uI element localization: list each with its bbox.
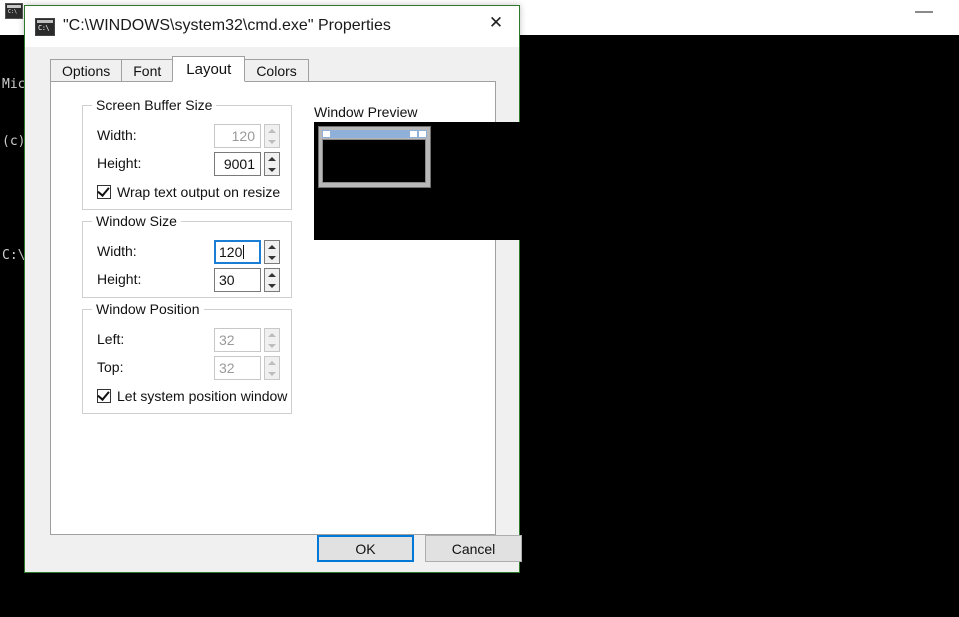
tab-layout[interactable]: Layout [172, 56, 246, 82]
checkbox-icon[interactable] [97, 184, 111, 199]
properties-dialog: C:\ "C:\WINDOWS\system32\cmd.exe" Proper… [24, 5, 533, 573]
checkbox-icon[interactable] [97, 388, 111, 403]
window-preview-label: Window Preview [314, 104, 418, 120]
tab-font[interactable]: Font [121, 59, 174, 81]
tab-options[interactable]: Options [50, 59, 123, 81]
window-left-input[interactable]: 32 [214, 328, 261, 352]
cmd-icon: C:\ [5, 3, 23, 19]
buffer-height-row: Height: 9001 [83, 152, 291, 176]
window-left-stepper[interactable]: 32 [214, 328, 280, 352]
window-top-row: Top: 32 [83, 356, 291, 380]
window-height-stepper[interactable]: 30 [214, 268, 280, 292]
dialog-footer: OK Cancel [25, 535, 522, 572]
dialog-title: "C:\WINDOWS\system32\cmd.exe" Properties [63, 17, 391, 34]
screen-buffer-size-title: Screen Buffer Size [92, 97, 217, 113]
preview-window-icon [323, 131, 330, 137]
cmd-icon-bar [7, 5, 21, 8]
let-system-position-label: Let system position window [117, 388, 288, 404]
preview-minimize-icon [410, 131, 417, 137]
minimize-icon[interactable] [901, 0, 947, 24]
wrap-text-label: Wrap text output on resize [117, 184, 281, 200]
window-top-stepper[interactable]: 32 [214, 356, 280, 380]
window-height-label: Height: [97, 271, 142, 287]
buffer-height-stepper[interactable]: 9001 [214, 152, 280, 176]
wrap-text-checkbox[interactable]: Wrap text output on resize [97, 183, 280, 201]
window-size-title: Window Size [92, 213, 181, 229]
window-left-label: Left: [97, 331, 125, 347]
spin-down-icon[interactable] [265, 164, 279, 175]
spin-down-icon[interactable] [265, 280, 279, 291]
tab-strip: Options Font Layout Colors [50, 56, 309, 82]
window-position-title: Window Position [92, 301, 204, 317]
text-caret [243, 245, 245, 259]
preview-close-icon [419, 131, 426, 137]
window-height-row: Height: 30 [83, 268, 291, 292]
window-height-spin-buttons[interactable] [264, 268, 280, 292]
spin-down-icon[interactable] [265, 340, 279, 351]
window-position-group: Window Position Left: 32 Top: 32 Let sys… [82, 301, 292, 414]
spin-down-icon[interactable] [265, 136, 279, 147]
spin-up-icon[interactable] [265, 269, 279, 280]
cmd-icon-prompt: C:\ [8, 9, 18, 15]
tab-colors[interactable]: Colors [244, 59, 309, 81]
desktop-screen: C:\ Select C:\WINDOWS\system32\cmd.exe M… [0, 0, 959, 617]
buffer-width-spin-buttons[interactable] [264, 124, 280, 148]
buffer-width-input[interactable]: 120 [214, 124, 261, 148]
cmd-icon-prompt: C:\ [38, 24, 50, 32]
window-width-stepper[interactable]: 120 [214, 240, 280, 264]
dialog-titlebar[interactable]: C:\ "C:\WINDOWS\system32\cmd.exe" Proper… [25, 6, 519, 47]
window-width-input[interactable]: 120 [214, 240, 261, 264]
buffer-height-spin-buttons[interactable] [264, 152, 280, 176]
window-left-spin-buttons[interactable] [264, 328, 280, 352]
spin-up-icon[interactable] [265, 241, 279, 252]
window-width-value: 120 [219, 244, 243, 260]
window-preview-mockup[interactable] [318, 126, 431, 188]
window-top-input[interactable]: 32 [214, 356, 261, 380]
buffer-width-row: Width: 120 [83, 124, 291, 148]
buffer-height-label: Height: [97, 155, 142, 171]
cmd-icon: C:\ [35, 18, 55, 36]
window-left-row: Left: 32 [83, 328, 291, 352]
cmd-icon-bar [37, 20, 53, 23]
spin-down-icon[interactable] [265, 252, 279, 263]
ok-button[interactable]: OK [317, 535, 414, 562]
let-system-position-checkbox[interactable]: Let system position window [97, 387, 287, 405]
window-width-row: Width: 120 [83, 240, 291, 264]
preview-client-area [322, 139, 426, 183]
spin-up-icon[interactable] [265, 357, 279, 368]
cancel-button[interactable]: Cancel [425, 535, 522, 562]
window-width-label: Width: [97, 243, 137, 259]
spin-up-icon[interactable] [265, 153, 279, 164]
window-top-spin-buttons[interactable] [264, 356, 280, 380]
buffer-height-input[interactable]: 9001 [214, 152, 261, 176]
layout-tab-panel: Screen Buffer Size Width: 120 Height: 90… [50, 81, 533, 535]
window-top-label: Top: [97, 359, 124, 375]
window-size-group: Window Size Width: 120 Height: 30 [82, 213, 292, 298]
window-width-spin-buttons[interactable] [264, 240, 280, 264]
buffer-width-label: Width: [97, 127, 137, 143]
spin-up-icon[interactable] [265, 329, 279, 340]
window-preview-monitor [314, 122, 533, 240]
spin-up-icon[interactable] [265, 125, 279, 136]
spin-down-icon[interactable] [265, 368, 279, 379]
buffer-width-stepper[interactable]: 120 [214, 124, 280, 148]
minimize-dash [915, 11, 933, 13]
screen-buffer-size-group: Screen Buffer Size Width: 120 Height: 90… [82, 97, 292, 210]
window-height-input[interactable]: 30 [214, 268, 261, 292]
close-icon[interactable]: ✕ [473, 6, 519, 38]
